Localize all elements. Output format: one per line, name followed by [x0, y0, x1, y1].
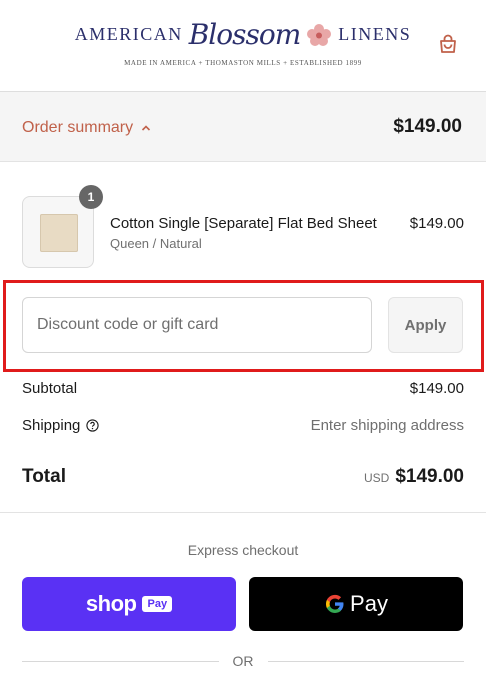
order-summary-label: Order summary: [22, 119, 134, 136]
google-g-icon: [326, 594, 344, 613]
or-line-right: [267, 660, 464, 662]
logo-word-linens: LINENS: [338, 24, 412, 44]
shop-pay-button[interactable]: shop Pay: [22, 577, 236, 631]
express-checkout-title: Express checkout: [187, 542, 299, 558]
order-summary-bar: Order summary $149.00: [0, 92, 486, 162]
cart-line-item: 1 Cotton Single [Separate] Flat Bed Shee…: [22, 185, 464, 268]
shop-pay-chip: Pay: [142, 596, 173, 612]
quantity-badge: 1: [79, 185, 103, 209]
or-label: OR: [232, 653, 254, 669]
logo-word-blossom: Blossom: [188, 18, 302, 51]
currency-code: USD: [363, 471, 390, 485]
shop-pay-wordmark: shop: [85, 591, 137, 616]
total-row: Total USD $149.00: [22, 466, 464, 488]
google-pay-button[interactable]: Pay: [249, 577, 463, 631]
order-summary-toggle[interactable]: Order summary: [22, 119, 151, 137]
logo-word-american: AMERICAN: [74, 24, 183, 44]
order-summary-total: $149.00: [393, 116, 462, 137]
blossom-flower-icon: [307, 23, 332, 46]
apply-discount-button[interactable]: Apply: [388, 297, 463, 353]
total-amount: $149.00: [395, 466, 464, 487]
or-separator: OR: [22, 653, 464, 669]
shopping-bag-icon[interactable]: [437, 33, 459, 55]
subtotal-label: Subtotal: [22, 380, 78, 397]
subtotal-row: Subtotal $149.00: [22, 380, 464, 397]
logo-wordmark: AMERICAN Blossom LINENS: [75, 18, 412, 51]
discount-code-input[interactable]: [22, 297, 372, 353]
store-logo[interactable]: AMERICAN Blossom LINENS MADE IN AMERICA …: [0, 18, 486, 67]
shipping-row: Shipping Enter shipping address: [22, 417, 464, 434]
logo-tagline: MADE IN AMERICA + THOMASTON MILLS + ESTA…: [124, 59, 362, 67]
google-pay-wordmark: Pay: [350, 591, 388, 616]
product-price: $149.00: [409, 215, 464, 232]
or-line-left: [22, 660, 219, 662]
total-label: Total: [22, 466, 66, 487]
section-divider: [0, 512, 486, 513]
subtotal-value: $149.00: [409, 380, 464, 397]
product-name: Cotton Single [Separate] Flat Bed Sheet: [110, 215, 377, 232]
shipping-label-group: Shipping: [22, 417, 100, 434]
store-header: AMERICAN Blossom LINENS MADE IN AMERICA …: [0, 0, 486, 92]
total-amount-group: USD $149.00: [364, 466, 464, 488]
chevron-up-icon: [142, 125, 151, 131]
shipping-value: Enter shipping address: [310, 417, 464, 434]
product-variant: Queen / Natural: [110, 236, 202, 251]
question-circle-icon[interactable]: [86, 419, 100, 432]
shipping-label: Shipping: [22, 417, 81, 434]
folded-sheet-image: [40, 214, 78, 252]
